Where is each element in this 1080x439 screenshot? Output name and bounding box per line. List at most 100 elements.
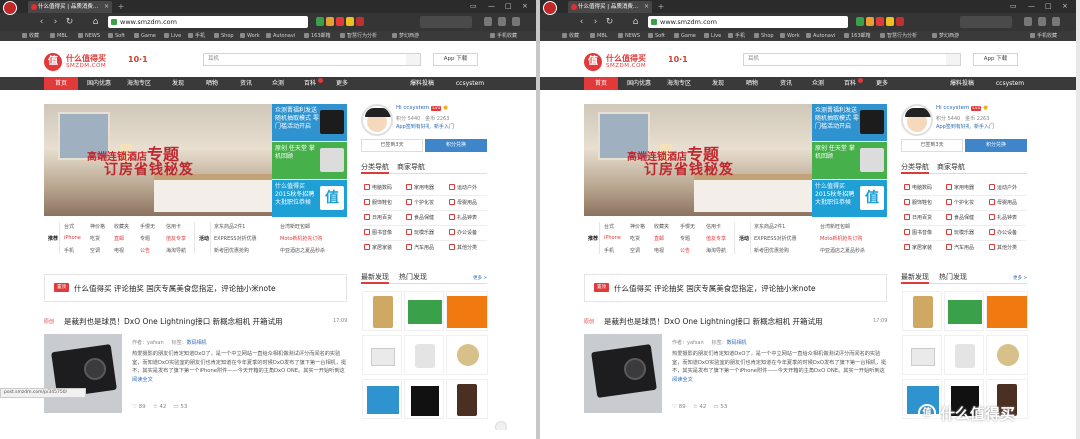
article-author[interactable]: 作者：yafsan — [132, 340, 164, 346]
shield-icon[interactable] — [316, 17, 324, 26]
browser-search-box[interactable] — [960, 16, 1012, 28]
home-button[interactable]: ⌂ — [90, 16, 101, 28]
minimize-icon[interactable]: — — [1028, 2, 1035, 10]
activity-link[interactable]: EXPRESS对折优惠 — [214, 235, 257, 242]
maximize-icon[interactable]: □ — [1045, 2, 1052, 10]
category-item[interactable]: 其他分类 — [449, 244, 477, 251]
cat-link[interactable]: 直邮 — [654, 235, 664, 242]
category-item[interactable]: 运动户外 — [989, 184, 1017, 191]
mobile-bookmarks[interactable]: 手机收藏 — [1030, 31, 1057, 41]
tab-hot[interactable]: 热门发现 — [399, 272, 427, 284]
category-item[interactable]: 汽车用品 — [946, 244, 974, 251]
cat-link[interactable]: 专题 — [140, 235, 150, 242]
activity-link[interactable]: 新考团优惠抢购 — [754, 247, 789, 254]
bookmark-item[interactable]: Game — [134, 31, 156, 41]
extension-icon[interactable] — [326, 17, 334, 26]
bookmark-item[interactable]: 手机 — [188, 31, 205, 41]
like-icon[interactable]: ♡ — [672, 404, 677, 410]
read-more-link[interactable]: 阅读全文 — [132, 377, 153, 383]
nav-submit[interactable]: 爆料投稿 — [942, 77, 982, 90]
comment-icon[interactable]: ▭ — [713, 404, 718, 410]
category-item[interactable]: 家居家装 — [904, 244, 932, 251]
tab-category-nav[interactable]: 分类导航 — [901, 162, 929, 174]
comment-icon[interactable]: ▭ — [173, 404, 178, 410]
nav-more[interactable]: 更多 — [330, 77, 354, 90]
product-watch[interactable] — [446, 335, 488, 375]
forward-button[interactable]: › — [590, 16, 601, 28]
category-item[interactable]: 礼品钟表 — [449, 214, 477, 221]
hero-banner[interactable]: 高端连锁酒店专题 订房省钱秘笈 — [44, 104, 272, 216]
cat-link[interactable]: 空调 — [90, 247, 100, 254]
cat-link[interactable]: 专题 — [680, 235, 690, 242]
category-item[interactable]: 母婴用品 — [989, 199, 1017, 206]
bookmark-item[interactable]: Live — [164, 31, 181, 41]
bookmark-item[interactable]: 163邮箱 — [844, 31, 871, 41]
tab-hot[interactable]: 热门发现 — [939, 272, 967, 284]
product-sale-banner[interactable] — [446, 291, 488, 331]
close-window-icon[interactable]: × — [522, 2, 528, 10]
cat-link[interactable]: 收藏夹 — [654, 223, 669, 230]
forward-button[interactable]: › — [50, 16, 61, 28]
browser-logo-icon[interactable] — [543, 1, 557, 15]
cat-link[interactable]: 手机 — [604, 247, 614, 254]
nav-show[interactable]: 晒物 — [740, 77, 764, 90]
activity-link[interactable]: 台湾新旺包邮 — [820, 223, 850, 230]
tab-latest[interactable]: 最新发现 — [361, 272, 389, 284]
bookmark-item[interactable]: Autonavi — [266, 31, 295, 41]
browser-tab[interactable]: 什么值得买 | 品质消费... × — [28, 1, 112, 13]
category-item[interactable]: 办公设备 — [989, 229, 1017, 236]
cat-link[interactable]: 信用卡 — [706, 223, 721, 230]
category-item[interactable]: 图书音像 — [904, 229, 932, 236]
category-item[interactable]: 服饰鞋包 — [904, 199, 932, 206]
more-link[interactable]: 更多 > — [473, 275, 487, 281]
home-button[interactable]: ⌂ — [630, 16, 641, 28]
new-tab-button[interactable]: + — [116, 2, 126, 11]
nav-show[interactable]: 晒物 — [200, 77, 224, 90]
category-item[interactable]: 家用电器 — [406, 184, 434, 191]
category-item[interactable]: 个护化妆 — [406, 199, 434, 206]
cat-link[interactable]: 海淘导航 — [166, 247, 186, 254]
category-item[interactable]: 电脑数码 — [364, 184, 392, 191]
bookmark-item[interactable]: 收藏 — [22, 31, 39, 41]
product-mixer[interactable] — [404, 335, 444, 375]
cat-link[interactable]: 手慢无 — [140, 223, 155, 230]
category-item[interactable]: 母婴用品 — [449, 199, 477, 206]
cat-link[interactable]: iPhone — [604, 235, 621, 241]
category-item[interactable]: 食品保健 — [406, 214, 434, 221]
product-toothpaste[interactable] — [362, 379, 402, 419]
activity-link[interactable]: 中亚酒店之夏品秒杀 — [820, 247, 865, 254]
promo-test[interactable]: 众测晋福利发送 随机抽取模式 零门槛活动开启 — [272, 104, 347, 141]
promo-test[interactable]: 众测晋福利发送 随机抽取模式 零门槛活动开启 — [812, 104, 887, 141]
category-item[interactable]: 玩模乐器 — [406, 229, 434, 236]
cat-link[interactable]: 空调 — [630, 247, 640, 254]
window-restore-icon[interactable]: ▭ — [470, 2, 477, 10]
cat-link[interactable]: 手机 — [64, 247, 74, 254]
bookmark-item[interactable]: 梦幻西游 — [392, 31, 419, 41]
article-category[interactable]: 数码相机 — [187, 340, 207, 346]
promo-jobs[interactable]: 什么值得买 2015秋冬招聘 大批职位恭候 值 — [812, 180, 887, 217]
tab-merchant-nav[interactable]: 商家导航 — [937, 162, 965, 174]
promo-jobs[interactable]: 什么值得买 2015秋冬招聘 大批职位恭候 值 — [272, 180, 347, 217]
bookmark-item[interactable]: Work — [780, 31, 800, 41]
product-medicine[interactable] — [404, 291, 444, 331]
app-checkin-link[interactable]: App签到有好礼 — [396, 124, 431, 130]
nav-user[interactable]: ccsystem — [452, 77, 488, 90]
avatar[interactable] — [901, 104, 933, 136]
bookmark-item[interactable]: 手机 — [728, 31, 745, 41]
checkin-button[interactable]: 已签到3天 — [901, 139, 963, 152]
activity-link[interactable]: Moto新机抢先订购 — [820, 235, 862, 242]
category-item[interactable]: 个护化妆 — [946, 199, 974, 206]
checkin-button[interactable]: 已签到3天 — [361, 139, 423, 152]
download-icon[interactable] — [1024, 17, 1032, 26]
product-paper[interactable] — [362, 335, 402, 375]
tab-category-nav[interactable]: 分类导航 — [361, 162, 389, 174]
category-item[interactable]: 电脑数码 — [904, 184, 932, 191]
activity-link[interactable]: 中亚酒店之夏品秒杀 — [280, 247, 325, 254]
activity-link[interactable]: 京东商品2件1 — [214, 223, 245, 230]
star-icon[interactable] — [346, 17, 354, 26]
hero-banner[interactable]: 高端连锁酒店专题 订房省钱秘笈 — [584, 104, 812, 216]
menu-icon[interactable] — [512, 17, 520, 26]
product-suitcase[interactable] — [902, 291, 942, 331]
scissors-icon[interactable] — [498, 17, 506, 26]
headline-text[interactable]: 什么值得买 评论抽奖 国庆专属美食您指定，评论抽小米note — [614, 283, 816, 294]
